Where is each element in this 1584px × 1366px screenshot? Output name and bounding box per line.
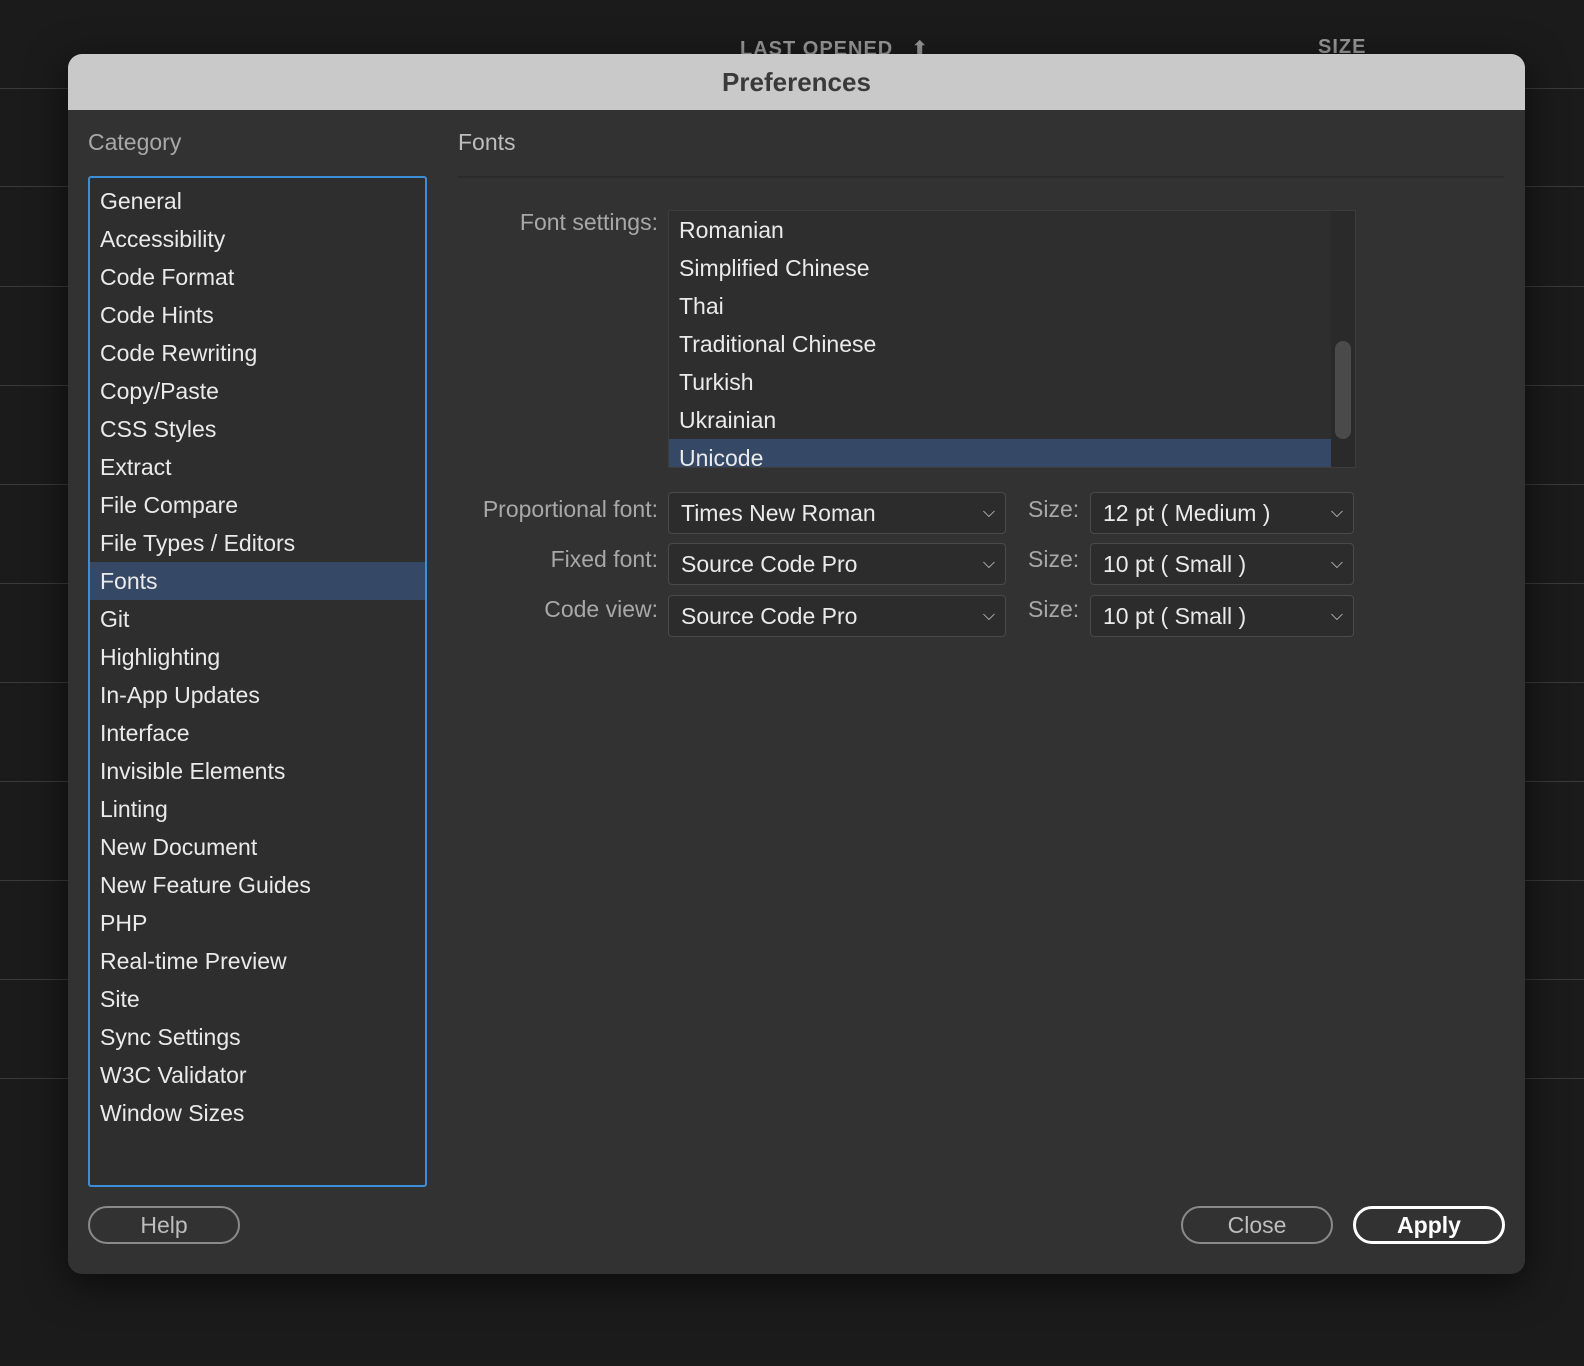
category-item-site[interactable]: Site xyxy=(90,980,425,1018)
category-label: Category xyxy=(88,129,182,155)
proportional-font-label: Proportional font: xyxy=(482,496,658,522)
bg-row-divider xyxy=(0,682,68,683)
code-view-font-value: Source Code Pro xyxy=(681,603,858,629)
close-button[interactable]: Close xyxy=(1181,1206,1333,1244)
category-item-git[interactable]: Git xyxy=(90,600,425,638)
bg-row-divider xyxy=(0,781,68,782)
chevron-down-icon: ⌵ xyxy=(982,555,995,572)
bg-row-divider xyxy=(0,88,68,89)
category-item-extract[interactable]: Extract xyxy=(90,448,425,486)
proportional-size-value: 12 pt ( Medium ) xyxy=(1103,500,1271,526)
apply-button[interactable]: Apply xyxy=(1353,1206,1505,1244)
category-item-php[interactable]: PHP xyxy=(90,904,425,942)
encoding-item-ukrainian[interactable]: Ukrainian xyxy=(669,401,1332,439)
encoding-list[interactable]: Romanian Simplified Chinese Thai Traditiona… xyxy=(668,210,1356,468)
section-title: Fonts xyxy=(458,129,516,155)
bg-row-divider xyxy=(0,880,68,881)
category-item-code-hints[interactable]: Code Hints xyxy=(90,296,425,334)
bg-row-divider xyxy=(0,186,68,187)
category-item-real-time-preview[interactable]: Real-time Preview xyxy=(90,942,425,980)
category-item-w3c-validator[interactable]: W3C Validator xyxy=(90,1056,425,1094)
fixed-size-select[interactable]: 10 pt ( Small ) ⌵ xyxy=(1090,543,1354,585)
category-item-new-feature-guides[interactable]: New Feature Guides xyxy=(90,866,425,904)
help-button[interactable]: Help xyxy=(88,1206,240,1244)
encoding-item-turkish[interactable]: Turkish xyxy=(669,363,1332,401)
encoding-item-thai[interactable]: Thai xyxy=(669,287,1332,325)
category-item-css-styles[interactable]: CSS Styles xyxy=(90,410,425,448)
bg-row-divider xyxy=(0,583,68,584)
preferences-dialog: Preferences Category General Accessibilit… xyxy=(68,54,1525,1274)
encoding-item-traditional-chinese[interactable]: Traditional Chinese xyxy=(669,325,1332,363)
category-list[interactable]: General Accessibility Code Format Code Hint… xyxy=(88,176,427,1187)
category-item-in-app-updates[interactable]: In-App Updates xyxy=(90,676,425,714)
code-view-font-select[interactable]: Source Code Pro ⌵ xyxy=(668,595,1006,637)
code-view-size-label: Size: xyxy=(1028,596,1080,622)
bg-row-divider xyxy=(0,1078,68,1079)
dialog-title: Preferences xyxy=(68,54,1525,110)
category-item-sync-settings[interactable]: Sync Settings xyxy=(90,1018,425,1056)
category-item-window-sizes[interactable]: Window Sizes xyxy=(90,1094,425,1132)
fixed-font-label: Fixed font: xyxy=(550,546,658,572)
section-divider xyxy=(458,176,1504,178)
encoding-item-unicode[interactable]: Unicode xyxy=(669,439,1332,467)
category-item-linting[interactable]: Linting xyxy=(90,790,425,828)
fixed-size-value: 10 pt ( Small ) xyxy=(1103,551,1247,577)
category-item-code-rewriting[interactable]: Code Rewriting xyxy=(90,334,425,372)
bg-row-divider xyxy=(1525,1078,1584,1079)
code-view-size-value: 10 pt ( Small ) xyxy=(1103,603,1247,629)
category-item-general[interactable]: General xyxy=(90,182,425,220)
bg-row-divider xyxy=(1525,682,1584,683)
proportional-font-select[interactable]: Times New Roman ⌵ xyxy=(668,492,1006,534)
bg-row-divider xyxy=(0,286,68,287)
fixed-size-label: Size: xyxy=(1028,546,1080,572)
category-item-highlighting[interactable]: Highlighting xyxy=(90,638,425,676)
proportional-font-value: Times New Roman xyxy=(681,500,876,526)
bg-row-divider xyxy=(1525,484,1584,485)
encoding-scrollbar[interactable] xyxy=(1331,211,1355,467)
proportional-size-label: Size: xyxy=(1028,496,1080,522)
bg-row-divider xyxy=(1525,880,1584,881)
bg-row-divider xyxy=(1525,583,1584,584)
chevron-down-icon: ⌵ xyxy=(982,504,995,521)
code-view-size-select[interactable]: 10 pt ( Small ) ⌵ xyxy=(1090,595,1354,637)
bg-row-divider xyxy=(1525,979,1584,980)
bg-row-divider xyxy=(1525,781,1584,782)
bg-row-divider xyxy=(0,979,68,980)
fixed-font-value: Source Code Pro xyxy=(681,551,858,577)
category-item-code-format[interactable]: Code Format xyxy=(90,258,425,296)
chevron-down-icon: ⌵ xyxy=(1330,607,1343,624)
encoding-items: Romanian Simplified Chinese Thai Traditiona… xyxy=(669,211,1355,467)
bg-row-divider xyxy=(1525,286,1584,287)
code-view-label: Code view: xyxy=(544,596,658,622)
bg-row-divider xyxy=(1525,186,1584,187)
proportional-size-select[interactable]: 12 pt ( Medium ) ⌵ xyxy=(1090,492,1354,534)
category-item-new-document[interactable]: New Document xyxy=(90,828,425,866)
bg-row-divider xyxy=(0,385,68,386)
category-item-accessibility[interactable]: Accessibility xyxy=(90,220,425,258)
category-item-fonts[interactable]: Fonts xyxy=(90,562,425,600)
category-item-file-compare[interactable]: File Compare xyxy=(90,486,425,524)
category-item-interface[interactable]: Interface xyxy=(90,714,425,752)
chevron-down-icon: ⌵ xyxy=(982,607,995,624)
bg-row-divider xyxy=(0,484,68,485)
encoding-item-simplified-chinese[interactable]: Simplified Chinese xyxy=(669,249,1332,287)
bg-row-divider xyxy=(1525,385,1584,386)
category-item-copy-paste[interactable]: Copy/Paste xyxy=(90,372,425,410)
fixed-font-select[interactable]: Source Code Pro ⌵ xyxy=(668,543,1006,585)
chevron-down-icon: ⌵ xyxy=(1330,555,1343,572)
category-item-file-types-editors[interactable]: File Types / Editors xyxy=(90,524,425,562)
category-item-invisible-elements[interactable]: Invisible Elements xyxy=(90,752,425,790)
chevron-down-icon: ⌵ xyxy=(1330,504,1343,521)
scrollbar-thumb[interactable] xyxy=(1335,341,1351,439)
encoding-item-romanian[interactable]: Romanian xyxy=(669,211,1332,249)
bg-row-divider xyxy=(1525,88,1584,89)
font-settings-label: Font settings: xyxy=(519,209,658,235)
